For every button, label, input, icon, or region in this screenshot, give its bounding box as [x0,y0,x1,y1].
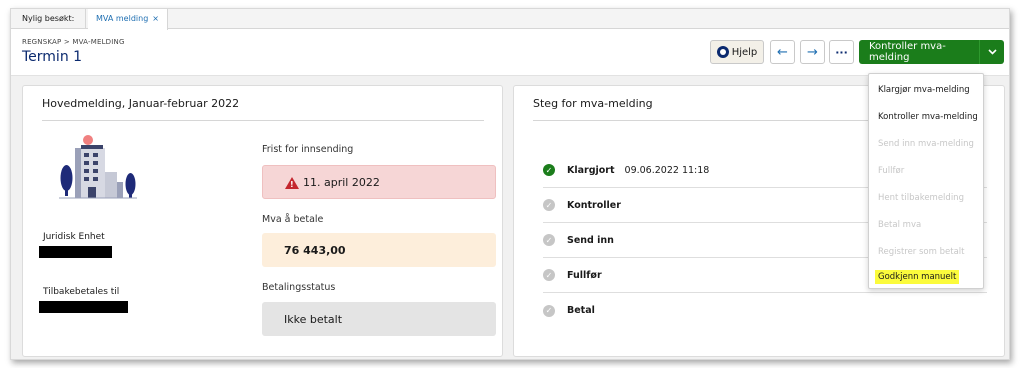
legal-entity-value-redacted [39,246,112,258]
help-label: Hjelp [731,46,758,58]
deadline-box: ! 11. april 2022 [262,165,496,199]
menu-item-send-inn: Send inn mva-melding [878,139,974,149]
kontroller-mva-button[interactable]: Kontroller mva-melding [859,40,1004,64]
refund-label: Tilbakebetales til [43,287,120,297]
panel-title: Steg for mva-melding [533,97,653,110]
menu-item-fullfor: Fullfør [878,166,905,176]
step-name: Fullfør [567,269,602,281]
amount-label: Mva å betale [262,214,324,225]
step-name: Send inn [567,234,614,246]
help-button[interactable]: Hjelp [710,40,764,64]
close-icon[interactable]: × [152,14,159,23]
tab-label: MVA melding [96,14,149,23]
breadcrumb[interactable]: REGNSKAP > MVA-MELDING [22,38,125,46]
check-circle-icon: ✓ [543,199,555,211]
check-circle-icon: ✓ [543,164,555,176]
building-illustration-icon [59,135,137,199]
menu-item-klargjor[interactable]: Klargjør mva-melding [878,83,970,97]
payment-status-value: Ikke betalt [262,302,496,336]
next-button[interactable]: → [800,40,825,64]
previous-button[interactable]: ← [770,40,795,64]
step-name: Kontroller [567,199,621,211]
panel-title: Hovedmelding, Januar-februar 2022 [42,97,240,110]
menu-item-godkjenn-manuelt[interactable]: Godkjenn manuelt [875,270,960,284]
payment-status-label: Betalingsstatus [262,282,336,293]
chevron-down-icon[interactable] [979,40,1004,64]
arrow-left-icon: ← [777,44,788,60]
warning-exclamation: ! [290,180,294,189]
step-name: Klargjort [567,164,615,176]
recent-label: Nylig besøkt: [11,9,87,29]
legal-entity-label: Juridisk Enhet [43,232,105,242]
menu-item-kontroller[interactable]: Kontroller mva-melding [878,110,978,124]
arrow-right-icon: → [807,44,818,60]
divider [42,120,484,121]
main-report-panel: Hovedmelding, Januar-februar 2022 Juridi… [22,85,503,357]
app-window: Nylig besøkt: MVA melding × REGNSKAP > MV… [10,8,1010,360]
step-date: 09.06.2022 11:18 [624,164,710,176]
actions-dropdown-menu: Klargjør mva-melding Kontroller mva-meld… [868,73,984,289]
deadline-label: Frist for innsending [262,144,354,155]
more-icon: ··· [835,45,848,59]
amount-value: 76 443,00 [262,233,496,267]
divider [533,120,878,121]
step-row: ✓ Betal [543,293,987,328]
check-circle-icon: ✓ [543,304,555,317]
menu-item-hent-tilbakemelding: Hent tilbakemelding [878,193,964,203]
lifebuoy-icon [716,46,729,58]
menu-item-registrer-betalt: Registrer som betalt [878,247,965,257]
deadline-value: 11. april 2022 [303,175,380,189]
menu-item-betal-mva: Betal mva [878,220,922,230]
tab-bar: Nylig besøkt: MVA melding × [11,9,1009,30]
check-circle-icon: ✓ [543,234,555,246]
page-title: Termin 1 [22,49,83,65]
tab-mva-melding[interactable]: MVA melding × [88,9,168,30]
primary-button-label: Kontroller mva-melding [869,41,946,63]
refund-value-redacted [39,301,128,313]
more-button[interactable]: ··· [829,40,854,64]
step-name: Betal [567,305,595,316]
check-circle-icon: ✓ [543,269,555,281]
